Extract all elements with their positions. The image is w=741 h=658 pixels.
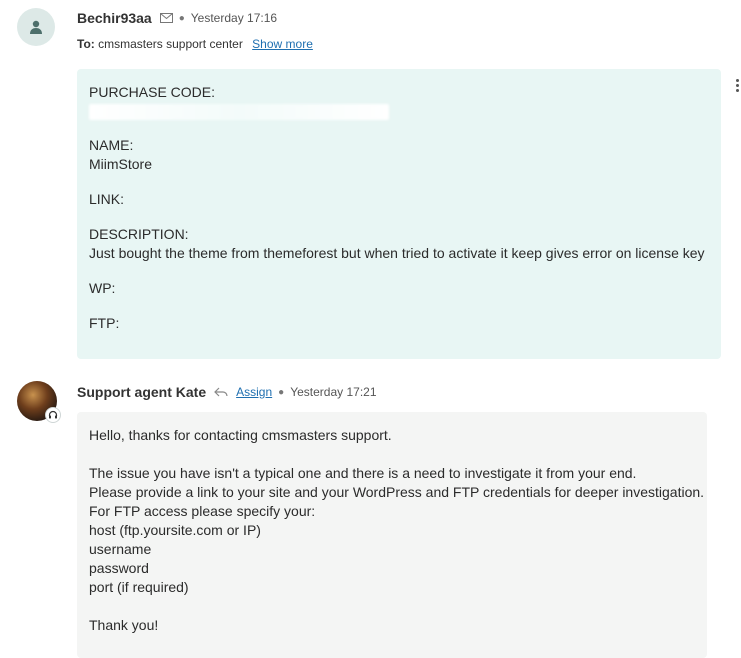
message-line: The issue you have isn't a typical one a… [89, 465, 637, 481]
field-label: FTP: [89, 315, 120, 331]
headset-icon [45, 407, 61, 423]
field-ftp: FTP: [89, 314, 709, 333]
envelope-icon [159, 13, 173, 23]
message-line: username [89, 541, 152, 557]
user-icon [30, 20, 42, 34]
field-name: NAME: MiimStore [89, 136, 709, 174]
message-time: Yesterday 17:16 [190, 11, 278, 25]
customer-message-body: PURCHASE CODE: NAME: MiimStore LINK: DES… [77, 69, 721, 359]
field-label: PURCHASE CODE: [89, 84, 216, 100]
agent-message-body: Hello, thanks for contacting cmsmasters … [77, 412, 707, 658]
field-label: DESCRIPTION: [89, 226, 189, 242]
separator-dot: ● [278, 386, 285, 398]
field-value: MiimStore [89, 156, 153, 172]
show-more-link[interactable]: Show more [252, 37, 313, 51]
separator-dot: ● [178, 12, 185, 24]
message-line: Hello, thanks for contacting cmsmasters … [89, 427, 392, 443]
message-line: host (ftp.yoursite.com or IP) [89, 522, 261, 538]
redacted-value [89, 104, 389, 120]
message-line: Please provide a link to your site and y… [89, 484, 705, 500]
recipient-name: cmsmasters support center [98, 37, 243, 51]
reply-icon [214, 387, 228, 397]
assign-link[interactable]: Assign [236, 385, 272, 399]
field-label: LINK: [89, 191, 125, 207]
field-wp: WP: [89, 279, 709, 298]
message-header: Support agent Kate Assign ● Yesterday 17… [77, 383, 377, 401]
sender-name[interactable]: Bechir93aa [77, 10, 152, 26]
kebab-menu-icon[interactable] [736, 79, 739, 92]
sender-name[interactable]: Support agent Kate [77, 384, 206, 400]
to-label: To: [77, 37, 95, 51]
field-link: LINK: [89, 190, 709, 209]
field-purchase-code: PURCHASE CODE: [89, 83, 709, 120]
message-line: port (if required) [89, 579, 189, 595]
field-label: NAME: [89, 137, 134, 153]
agent-avatar [17, 381, 61, 423]
recipient-line: To: cmsmasters support center Show more [77, 37, 313, 51]
field-label: WP: [89, 280, 116, 296]
field-description: DESCRIPTION: Just bought the theme from … [89, 225, 709, 263]
message-line: Thank you! [89, 617, 159, 633]
message-time: Yesterday 17:21 [290, 385, 377, 399]
message-line: For FTP access please specify your: [89, 503, 316, 519]
message-line: password [89, 560, 149, 576]
message-header: Bechir93aa ● Yesterday 17:16 [77, 9, 277, 27]
sender-avatar [17, 8, 55, 46]
field-value: Just bought the theme from themeforest b… [89, 245, 705, 261]
